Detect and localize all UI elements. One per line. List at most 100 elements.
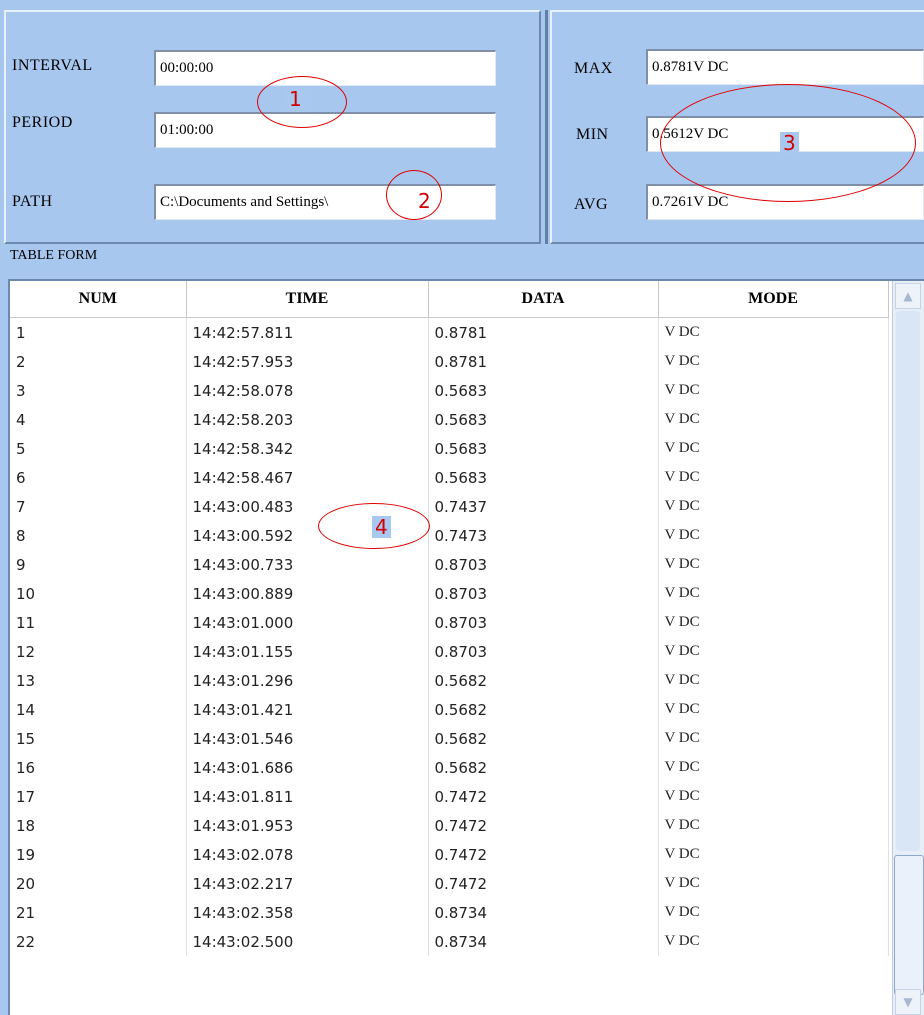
- table-row[interactable]: 15 14:43:01.546 0.5682 V DC: [10, 724, 889, 753]
- column-header-mode[interactable]: MODE: [658, 281, 889, 318]
- table-row[interactable]: 7 14:43:00.483 0.7437 V DC: [10, 492, 889, 521]
- table-row[interactable]: 4 14:42:58.203 0.5683 V DC: [10, 405, 889, 434]
- table-row[interactable]: 19 14:43:02.078 0.7472 V DC: [10, 840, 889, 869]
- avg-label: AVG: [574, 196, 609, 213]
- table-row[interactable]: 2 14:42:57.953 0.8781 V DC: [10, 347, 889, 376]
- cell-num: 2: [10, 347, 187, 376]
- cell-time: 14:43:02.358: [186, 898, 429, 927]
- cell-time: 14:42:58.342: [186, 434, 429, 463]
- cell-mode: V DC: [658, 898, 889, 927]
- table-row[interactable]: 18 14:43:01.953 0.7472 V DC: [10, 811, 889, 840]
- column-header-data[interactable]: DATA: [428, 281, 659, 318]
- table-row[interactable]: 3 14:42:58.078 0.5683 V DC: [10, 376, 889, 405]
- cell-time: 14:42:57.953: [186, 347, 429, 376]
- cell-time: 14:43:01.953: [186, 811, 429, 840]
- table-header-row: NUM TIME DATA MODE: [10, 281, 889, 318]
- cell-data: 0.5683: [428, 434, 659, 463]
- max-value-field[interactable]: 0.8781V DC: [646, 49, 924, 85]
- cell-mode: V DC: [658, 753, 889, 782]
- cell-time: 14:43:00.889: [186, 579, 429, 608]
- cell-data: 0.7473: [428, 521, 659, 550]
- cell-num: 10: [10, 579, 187, 608]
- table-row[interactable]: 10 14:43:00.889 0.8703 V DC: [10, 579, 889, 608]
- cell-num: 22: [10, 927, 187, 956]
- scrollbar-thumb[interactable]: [894, 855, 924, 995]
- cell-data: 0.5682: [428, 753, 659, 782]
- cell-mode: V DC: [658, 637, 889, 666]
- cell-mode: V DC: [658, 927, 889, 956]
- cell-mode: V DC: [658, 550, 889, 579]
- table-row[interactable]: 13 14:43:01.296 0.5682 V DC: [10, 666, 889, 695]
- table-row[interactable]: 14 14:43:01.421 0.5682 V DC: [10, 695, 889, 724]
- cell-data: 0.5683: [428, 376, 659, 405]
- cell-time: 14:43:01.000: [186, 608, 429, 637]
- table-row[interactable]: 12 14:43:01.155 0.8703 V DC: [10, 637, 889, 666]
- annotation-label: 3: [780, 132, 799, 154]
- cell-mode: V DC: [658, 724, 889, 753]
- cell-time: 14:43:02.217: [186, 869, 429, 898]
- cell-mode: V DC: [658, 666, 889, 695]
- data-table-container: NUM TIME DATA MODE 1 14:42:57.811 0.8781 V …: [8, 279, 924, 1015]
- cell-time: 14:42:58.203: [186, 405, 429, 434]
- data-table: NUM TIME DATA MODE 1 14:42:57.811 0.8781 V …: [10, 281, 889, 956]
- cell-num: 1: [10, 317, 187, 347]
- cell-mode: V DC: [658, 811, 889, 840]
- cell-num: 3: [10, 376, 187, 405]
- table-row[interactable]: 20 14:43:02.217 0.7472 V DC: [10, 869, 889, 898]
- table-row[interactable]: 21 14:43:02.358 0.8734 V DC: [10, 898, 889, 927]
- cell-time: 14:43:01.811: [186, 782, 429, 811]
- path-field[interactable]: C:\Documents and Settings\: [154, 184, 496, 220]
- scroll-down-arrow-icon[interactable]: ▼: [895, 989, 921, 1015]
- cell-data: 0.7472: [428, 869, 659, 898]
- annotation-label: 4: [372, 516, 391, 538]
- cell-num: 6: [10, 463, 187, 492]
- min-label: MIN: [576, 126, 609, 143]
- cell-num: 18: [10, 811, 187, 840]
- cell-num: 12: [10, 637, 187, 666]
- cell-mode: V DC: [658, 608, 889, 637]
- table-row[interactable]: 17 14:43:01.811 0.7472 V DC: [10, 782, 889, 811]
- cell-time: 14:43:01.686: [186, 753, 429, 782]
- interval-label: INTERVAL: [12, 57, 93, 74]
- cell-mode: V DC: [658, 376, 889, 405]
- cell-data: 0.8703: [428, 608, 659, 637]
- cell-mode: V DC: [658, 521, 889, 550]
- cell-data: 0.5682: [428, 724, 659, 753]
- max-label: MAX: [574, 60, 613, 77]
- cell-time: 14:42:58.467: [186, 463, 429, 492]
- table-row[interactable]: 9 14:43:00.733 0.8703 V DC: [10, 550, 889, 579]
- table-row[interactable]: 1 14:42:57.811 0.8781 V DC: [10, 317, 889, 347]
- annotation-label: 1: [286, 88, 305, 110]
- table-row[interactable]: 11 14:43:01.000 0.8703 V DC: [10, 608, 889, 637]
- cell-data: 0.5683: [428, 463, 659, 492]
- column-header-time[interactable]: TIME: [186, 281, 429, 318]
- vertical-scrollbar[interactable]: ▲ ▼: [892, 281, 924, 1015]
- cell-num: 16: [10, 753, 187, 782]
- table-row[interactable]: 5 14:42:58.342 0.5683 V DC: [10, 434, 889, 463]
- table-body: 1 14:42:57.811 0.8781 V DC 2 14:42:57.953 0.87…: [10, 317, 889, 956]
- cell-data: 0.8703: [428, 550, 659, 579]
- table-row[interactable]: 6 14:42:58.467 0.5683 V DC: [10, 463, 889, 492]
- scroll-up-arrow-icon[interactable]: ▲: [895, 283, 921, 309]
- cell-time: 14:43:01.296: [186, 666, 429, 695]
- cell-mode: V DC: [658, 840, 889, 869]
- cell-num: 11: [10, 608, 187, 637]
- cell-time: 14:43:02.500: [186, 927, 429, 956]
- cell-num: 17: [10, 782, 187, 811]
- cell-data: 0.5683: [428, 405, 659, 434]
- cell-mode: V DC: [658, 463, 889, 492]
- cell-num: 13: [10, 666, 187, 695]
- cell-data: 0.7472: [428, 782, 659, 811]
- cell-mode: V DC: [658, 347, 889, 376]
- cell-mode: V DC: [658, 869, 889, 898]
- cell-data: 0.8781: [428, 317, 659, 347]
- table-row[interactable]: 16 14:43:01.686 0.5682 V DC: [10, 753, 889, 782]
- table-row[interactable]: 8 14:43:00.592 0.7473 V DC: [10, 521, 889, 550]
- scrollbar-track[interactable]: [896, 311, 920, 851]
- cell-num: 7: [10, 492, 187, 521]
- table-row[interactable]: 22 14:43:02.500 0.8734 V DC: [10, 927, 889, 956]
- cell-time: 14:43:02.078: [186, 840, 429, 869]
- column-header-num[interactable]: NUM: [10, 281, 187, 318]
- cell-time: 14:43:01.421: [186, 695, 429, 724]
- annotation-label: 2: [418, 189, 431, 213]
